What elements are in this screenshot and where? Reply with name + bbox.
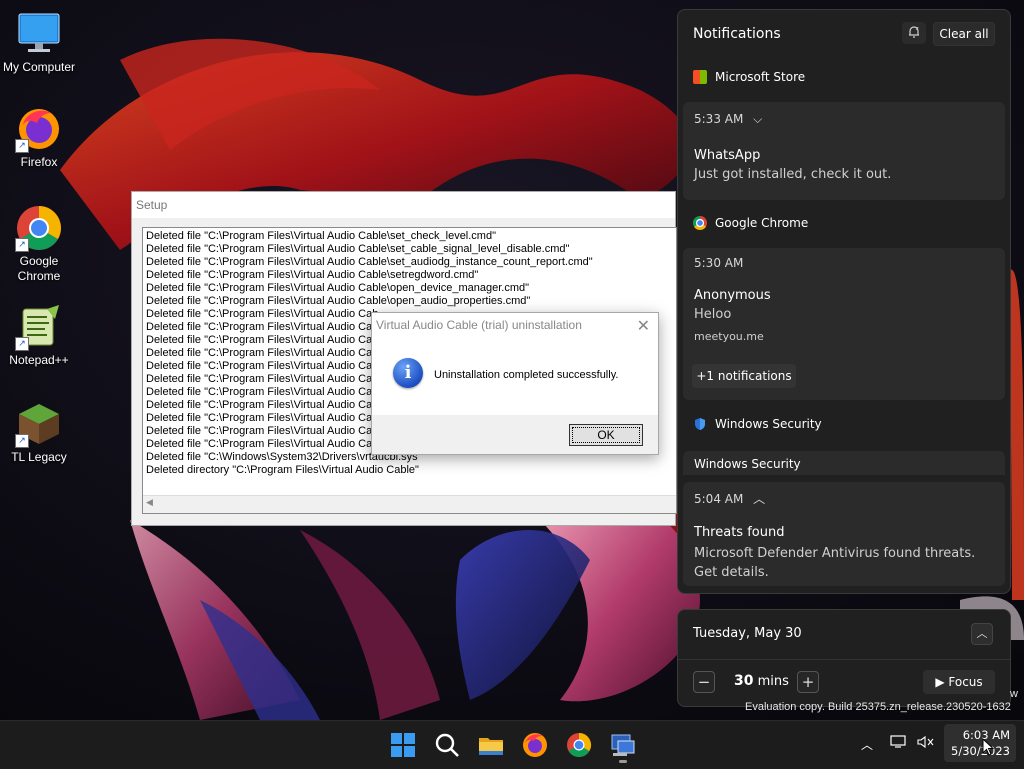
microsoft-store-icon (693, 70, 707, 84)
file-explorer-icon[interactable] (477, 731, 505, 759)
plus-icon[interactable]: + (797, 671, 819, 693)
dialog-body: i Uninstallation completed successfully. (372, 339, 658, 415)
shortcut-arrow-icon: ↗ (15, 238, 29, 252)
log-line: Deleted file "C:\Program Files\Virtual A… (146, 269, 479, 281)
notification-card-threats[interactable]: 5:04 AM ︿ Threats found Microsoft Defend… (683, 482, 1005, 586)
notification-source: meetyou.me (694, 330, 764, 343)
shortcut-arrow-icon: ↗ (15, 434, 29, 448)
clock-time: 6:03 AM (962, 728, 1010, 742)
log-line: Deleted file "C:\Program Files\Virtual A… (146, 243, 570, 255)
shortcut-arrow-icon: ↗ (15, 337, 29, 351)
focus-duration: 30 mins (734, 673, 789, 689)
network-icon[interactable] (890, 735, 908, 749)
desktop-icon-label: TL Legacy (11, 450, 67, 464)
scroll-left-icon[interactable]: ◀ (146, 498, 153, 508)
divider (678, 659, 1010, 660)
clock-date: 5/30/2023 (951, 744, 1010, 758)
notification-card-whatsapp[interactable]: 5:33 AM ⌵ WhatsApp Just got installed, c… (683, 102, 1005, 200)
chevron-down-icon[interactable]: ⌵ (753, 112, 762, 126)
app-name: Microsoft Store (715, 70, 806, 84)
firefox-icon[interactable] (521, 731, 549, 759)
app-header-microsoft-store: Microsoft Store (693, 67, 805, 87)
shortcut-arrow-icon: ↗ (15, 139, 29, 153)
notification-center: Notifications z Clear all Microsoft Stor… (677, 9, 1011, 594)
minecraft-icon: ↗ (15, 400, 63, 448)
log-line: Deleted file "C:\Program Files\Virtual A… (146, 282, 530, 294)
horizontal-scrollbar[interactable]: ◀ (143, 495, 676, 513)
card-heading: Windows Security (694, 457, 801, 471)
close-icon[interactable]: ✕ (637, 316, 650, 335)
notifications-title: Notifications (693, 26, 781, 42)
desktop-icon-google-chrome[interactable]: ↗ Google Chrome (0, 204, 78, 284)
log-line: Deleted file "C:\Program Files\Virtual A… (146, 295, 531, 307)
chevron-up-icon[interactable]: ︿ (753, 492, 765, 506)
taskbar-clock[interactable]: 6:03 AM 5/30/2023 (944, 724, 1016, 762)
notification-body: Just got installed, check it out. (694, 167, 892, 182)
calendar-date: Tuesday, May 30 (693, 626, 802, 641)
dialog-titlebar[interactable]: Virtual Audio Cable (trial) uninstallati… (372, 313, 658, 339)
uninstall-complete-dialog: Virtual Audio Cable (trial) uninstallati… (371, 312, 659, 455)
windows-start-icon[interactable] (389, 731, 417, 759)
evaluation-watermark: Evaluation copy. Build 25375.zn_release.… (745, 701, 1011, 713)
app-name: Windows Security (715, 417, 822, 431)
desktop-icon-label: Notepad++ (9, 353, 69, 367)
notification-title: Anonymous (694, 288, 771, 303)
info-icon: i (393, 358, 423, 388)
calendar-focus-panel: Tuesday, May 30 ︿ − 30 mins + ▶ Focus (677, 609, 1011, 707)
watermark-fragment: w (1010, 688, 1018, 700)
desktop-icon-label: Google Chrome (17, 254, 61, 283)
app-header-windows-security: Windows Security (693, 414, 822, 434)
notepadpp-icon: ↗ (15, 303, 63, 351)
notification-body: Microsoft Defender Antivirus found threa… (694, 546, 976, 580)
desktop-icon-label: Firefox (20, 155, 58, 169)
more-notifications-button[interactable]: +1 notifications (692, 364, 796, 388)
clear-all-button[interactable]: Clear all (933, 22, 995, 46)
notification-title: Threats found (694, 525, 785, 540)
do-not-disturb-icon[interactable]: z (902, 22, 926, 44)
ok-button[interactable]: OK (569, 424, 643, 446)
setup-window-title: Setup (132, 192, 675, 218)
chrome-icon: ↗ (15, 204, 63, 252)
search-icon[interactable] (433, 731, 461, 759)
app-header-google-chrome: Google Chrome (693, 213, 808, 233)
log-line: Deleted file "C:\Program Files\Virtual A… (146, 230, 496, 242)
dialog-message: Uninstallation completed successfully. (434, 369, 619, 381)
taskbar: ︿ 6:03 AM 5/30/2023 (0, 720, 1024, 769)
svg-text:z: z (916, 26, 919, 32)
notification-time: 5:04 AM ︿ (694, 492, 766, 506)
dialog-title: Virtual Audio Cable (trial) uninstallati… (376, 318, 582, 332)
notification-body: Heloo (694, 307, 732, 322)
desktop-icon-tl-legacy[interactable]: ↗ TL Legacy (0, 400, 78, 465)
firefox-icon: ↗ (15, 105, 63, 153)
play-icon: ▶ (935, 675, 945, 689)
volume-muted-icon[interactable] (917, 735, 935, 749)
notification-time: 5:30 AM (694, 256, 744, 270)
security-card-heading: Windows Security (683, 451, 1005, 475)
log-line: Deleted directory "C:\Program Files\Virt… (146, 464, 419, 476)
minus-icon[interactable]: − (693, 671, 715, 693)
desktop-icon-firefox[interactable]: ↗ Firefox (0, 105, 78, 170)
notification-title: WhatsApp (694, 148, 761, 163)
chrome-icon (693, 216, 707, 230)
focus-button[interactable]: ▶ Focus (923, 670, 995, 694)
chevron-up-icon[interactable]: ︿ (861, 736, 873, 753)
desktop-icon-notepadpp[interactable]: ↗ Notepad++ (0, 303, 78, 368)
log-line: Deleted file "C:\Program Files\Virtual A… (146, 256, 593, 268)
shield-icon (693, 417, 707, 431)
chevron-up-icon[interactable]: ︿ (971, 623, 993, 645)
running-indicator (619, 760, 627, 763)
desktop-icon-my-computer[interactable]: My Computer (0, 10, 78, 75)
chrome-icon[interactable] (565, 731, 593, 759)
app-name: Google Chrome (715, 216, 809, 230)
notification-time: 5:33 AM ⌵ (694, 112, 763, 126)
mouse-cursor-icon (982, 737, 995, 759)
setup-app-icon[interactable] (609, 731, 637, 763)
desktop-icon-label: My Computer (2, 60, 76, 74)
monitor-icon (15, 10, 63, 58)
